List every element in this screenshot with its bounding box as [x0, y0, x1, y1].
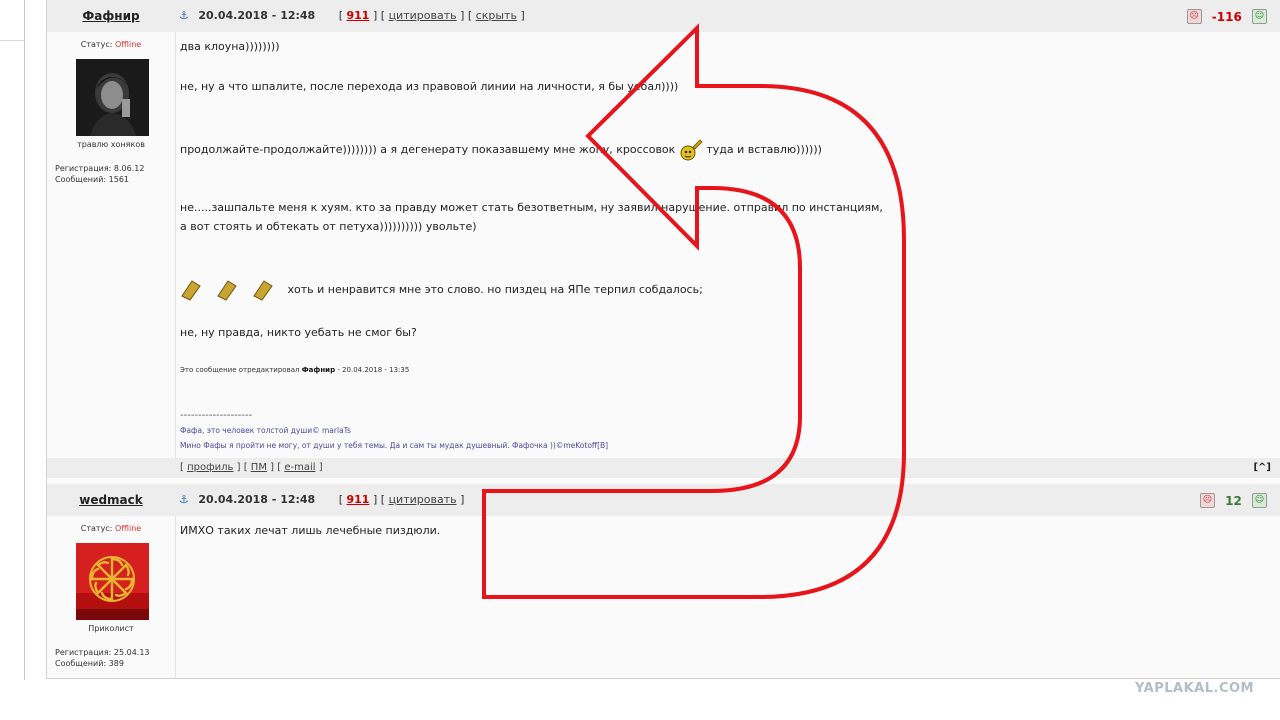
reg-date: Регистрация: 25.04.13	[55, 648, 150, 657]
anchor-icon[interactable]: ⚓	[179, 9, 189, 22]
email-link[interactable]: e-mail	[284, 462, 315, 473]
post-date: 20.04.2018 - 12:48	[198, 493, 316, 506]
sneaker-emoji	[680, 139, 703, 161]
message-line: продолжайте-продолжайте)))))))) а я деге…	[180, 138, 822, 162]
message-line: два клоуна))))))))	[180, 40, 280, 53]
registration-info: Регистрация: 8.06.12 Сообщений: 1561	[55, 163, 144, 185]
message-text: хоть и ненравится мне это слово. но пизд…	[287, 283, 703, 296]
user-status: Статус: Offline	[47, 524, 175, 533]
message-line: хоть и ненравится мне это слово. но пизд…	[180, 278, 703, 302]
registration-info: Регистрация: 25.04.13 Сообщений: 389	[55, 647, 150, 669]
post-number-link[interactable]: 911	[347, 493, 370, 506]
rating-value: -116	[1211, 9, 1242, 24]
bracket: [	[180, 462, 184, 473]
status-value: Offline	[114, 524, 142, 533]
msg-count: Сообщений: 389	[55, 659, 124, 668]
edit-note: Это сообщение отредактировал Фафнир - 20…	[180, 366, 409, 374]
post-header: wedmack ⚓ 20.04.2018 - 12:48 [ 911 ] [ ц…	[47, 484, 1280, 516]
user-title: травлю хоняков	[77, 140, 145, 149]
msg-count: Сообщений: 1561	[55, 175, 129, 184]
rating-value: 12	[1225, 493, 1242, 508]
bracket: ]	[460, 493, 465, 506]
rate-up-icon[interactable]: ☺	[1252, 9, 1267, 24]
avatar[interactable]	[76, 59, 149, 136]
bracket: [	[338, 9, 343, 22]
footer-links: [ профиль ] [ ПМ ] [ e-mail ]	[180, 458, 323, 478]
scroll-to-top-button[interactable]: [^]	[1253, 458, 1271, 478]
message-line: не, ну правда, никто уебать не смог бы?	[180, 326, 417, 339]
post-rating: ☹ 12 ☺	[1199, 491, 1267, 509]
bracket: ] [	[270, 462, 282, 473]
user-status: Статус: Offline	[47, 40, 175, 49]
reg-date: Регистрация: 8.06.12	[55, 164, 145, 173]
edit-prefix: Это сообщение отредактировал	[180, 366, 300, 374]
author-name[interactable]: wedmack	[47, 484, 175, 516]
profile-link[interactable]: профиль	[187, 462, 233, 473]
message-line: а вот стоять и обтекать от петуха)))))))…	[180, 220, 477, 233]
user-panel: Статус: Offline Приколист Регистрация: 2…	[47, 516, 176, 678]
post-meta: ⚓ 20.04.2018 - 12:48 [ 911 ] [ цитироват…	[179, 0, 525, 32]
user-panel: Статус: Offline травлю хоняков Регистрац…	[47, 32, 176, 458]
left-strip	[0, 0, 26, 41]
rate-down-icon[interactable]: ☹	[1199, 493, 1215, 508]
pm-link[interactable]: ПМ	[251, 462, 267, 473]
post-rating: ☹ -116 ☺	[1186, 7, 1267, 25]
bracket: ] [	[372, 9, 386, 22]
post-wedmack: wedmack ⚓ 20.04.2018 - 12:48 [ 911 ] [ ц…	[47, 484, 1280, 678]
message-line: не.....зашпальте меня к хуям. кто за пра…	[180, 201, 883, 214]
post-fafnir: Фафнир ⚓ 20.04.2018 - 12:48 [ 911 ] [ ци…	[47, 0, 1280, 478]
post-date: 20.04.2018 - 12:48	[198, 9, 316, 22]
post-number-link[interactable]: 911	[347, 9, 370, 22]
post-header: Фафнир ⚓ 20.04.2018 - 12:48 [ 911 ] [ ци…	[47, 0, 1280, 32]
post-footer: [ профиль ] [ ПМ ] [ e-mail ] [^]	[47, 458, 1280, 478]
message-text: продолжайте-продолжайте)))))))) а я деге…	[180, 143, 676, 156]
rate-down-icon[interactable]: ☹	[1186, 9, 1202, 24]
hide-link[interactable]: скрыть	[476, 9, 517, 22]
rate-up-icon[interactable]: ☺	[1252, 493, 1267, 508]
bracket: [	[338, 493, 343, 506]
post-body: ИМХО таких лечат лишь лечебные пиздюли.	[180, 524, 1260, 664]
status-value: Offline	[114, 40, 142, 49]
edit-date: - 20.04.2018 - 13:35	[337, 366, 410, 374]
slipper-emoji	[181, 280, 273, 301]
status-label: Статус:	[80, 40, 113, 49]
bracket: ] [	[372, 493, 386, 506]
bracket: ] [	[460, 9, 473, 22]
post-body: два клоуна)))))))) не, ну а что шпалите,…	[180, 40, 1260, 460]
message-line: ИМХО таких лечат лишь лечебные пиздюли.	[180, 524, 441, 537]
message-text: туда и вставлю))))))	[706, 143, 822, 156]
user-title: Приколист	[88, 624, 134, 633]
anchor-icon[interactable]: ⚓	[179, 493, 189, 506]
status-label: Статус:	[80, 524, 113, 533]
bracket: ]	[318, 462, 323, 473]
site-watermark: YAPLAKAL.COM	[1135, 681, 1254, 696]
signature-line: Мино Фафы я пройти не могу, от души у те…	[180, 441, 609, 450]
edit-author: Фафнир	[301, 366, 336, 374]
quote-link[interactable]: цитировать	[389, 493, 457, 506]
message-line: не, ну а что шпалите, после перехода из …	[180, 80, 679, 93]
bracket: ] [	[236, 462, 248, 473]
avatar[interactable]	[76, 543, 149, 620]
bracket: ]	[520, 9, 525, 22]
quote-link[interactable]: цитировать	[389, 9, 457, 22]
signature-line: Фафа, это человек толстой души© marlaTs	[180, 426, 351, 435]
author-name[interactable]: Фафнир	[47, 0, 175, 32]
forum-topic: Фафнир ⚓ 20.04.2018 - 12:48 [ 911 ] [ ци…	[46, 0, 1280, 679]
signature-separator: --------------------	[180, 410, 253, 421]
post-meta: ⚓ 20.04.2018 - 12:48 [ 911 ] [ цитироват…	[179, 484, 464, 516]
